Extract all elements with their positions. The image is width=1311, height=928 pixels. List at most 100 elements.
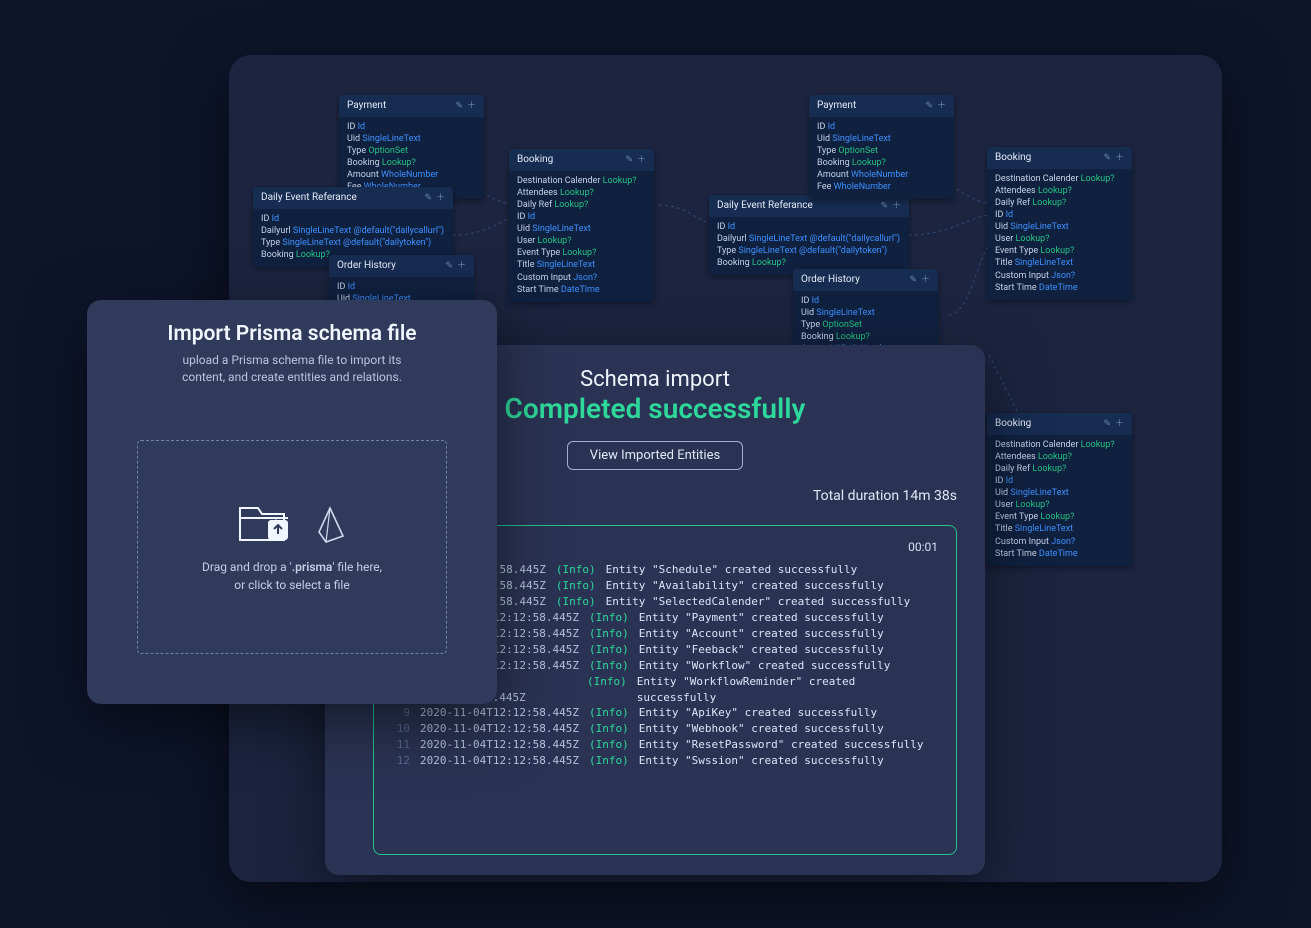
entity-field: Uid SingleLineText xyxy=(817,133,946,145)
entity-field: User Lookup? xyxy=(995,499,1124,511)
entity-title: Daily Event Referance xyxy=(261,191,357,205)
entity-card[interactable]: Daily Event Referance ✎ ＋ ID IdDailyurl Sin… xyxy=(709,195,909,275)
edit-icon[interactable]: ✎ xyxy=(925,100,933,112)
entity-field: Dailyurl SingleLineText @default("dailyc… xyxy=(717,233,901,245)
log-timer: 00:01 xyxy=(908,540,938,554)
log-row: 92020-11-04T12:12:58.445Z(Info)Entity "A… xyxy=(392,705,938,721)
log-row: 102020-11-04T12:12:58.445Z(Info)Entity "… xyxy=(392,721,938,737)
entity-field: ID Id xyxy=(337,281,466,293)
entity-field: Destination Calender Lookup? xyxy=(995,173,1124,185)
entity-field: Attendees Lookup? xyxy=(995,451,1124,463)
entity-field: ID Id xyxy=(517,211,646,223)
entity-field: Daily Ref Lookup? xyxy=(995,197,1124,209)
entity-field: Custom Input Json? xyxy=(995,270,1124,282)
entity-field: Destination Calender Lookup? xyxy=(995,439,1124,451)
entity-title: Booking xyxy=(995,151,1031,165)
edit-icon[interactable]: ✎ xyxy=(625,154,633,166)
entity-field: Uid SingleLineText xyxy=(347,133,476,145)
folder-upload-icon xyxy=(238,500,292,544)
entity-field: Booking Lookup? xyxy=(717,257,901,269)
entity-card[interactable]: Booking ✎ ＋ Destination Calender Lookup?Att… xyxy=(987,413,1132,566)
entity-field: Amount WholeNumber xyxy=(347,169,476,181)
plus-icon[interactable]: ＋ xyxy=(1115,152,1124,164)
entity-field: ID Id xyxy=(817,121,946,133)
plus-icon[interactable]: ＋ xyxy=(467,100,476,112)
entity-field: User Lookup? xyxy=(995,233,1124,245)
entity-field: ID Id xyxy=(347,121,476,133)
entity-field: Type SingleLineText @default("dailytoken… xyxy=(717,245,901,257)
entity-title: Booking xyxy=(517,153,553,167)
entity-card[interactable]: Booking ✎ ＋ Destination Calender Lookup?Att… xyxy=(987,147,1132,300)
entity-field: Daily Ref Lookup? xyxy=(995,463,1124,475)
entity-field: Booking Lookup? xyxy=(347,157,476,169)
entity-title: Order History xyxy=(801,273,860,287)
entity-field: Start Time DateTime xyxy=(995,548,1124,560)
plus-icon[interactable]: ＋ xyxy=(892,200,901,212)
entity-card[interactable]: Payment ✎ ＋ ID IdUid SingleLineTextType Opt… xyxy=(809,95,954,199)
edit-icon[interactable]: ✎ xyxy=(880,200,888,212)
entity-card[interactable]: Booking ✎ ＋ Destination Calender Lookup?Att… xyxy=(509,149,654,302)
entity-field: Uid SingleLineText xyxy=(995,221,1124,233)
entity-field: Booking Lookup? xyxy=(817,157,946,169)
entity-field: Type OptionSet xyxy=(817,145,946,157)
entity-field: Event Type Lookup? xyxy=(995,245,1124,257)
plus-icon[interactable]: ＋ xyxy=(921,274,930,286)
entity-field: Title SingleLineText xyxy=(995,523,1124,535)
entity-field: Start Time DateTime xyxy=(517,284,646,296)
entity-field: Event Type Lookup? xyxy=(517,247,646,259)
plus-icon[interactable]: ＋ xyxy=(937,100,946,112)
dropzone-text: Drag and drop a '.prisma' file here, or … xyxy=(202,558,382,594)
entity-title: Payment xyxy=(817,99,856,113)
import-title: Import Prisma schema file xyxy=(107,322,477,346)
entity-field: Uid SingleLineText xyxy=(995,487,1124,499)
entity-field: Attendees Lookup? xyxy=(995,185,1124,197)
entity-field: Type OptionSet xyxy=(801,319,930,331)
plus-icon[interactable]: ＋ xyxy=(457,260,466,272)
entity-card[interactable]: Payment ✎ ＋ ID IdUid SingleLineTextType Opt… xyxy=(339,95,484,199)
entity-field: Title SingleLineText xyxy=(995,257,1124,269)
entity-field: ID Id xyxy=(995,475,1124,487)
plus-icon[interactable]: ＋ xyxy=(1115,418,1124,430)
prisma-icon xyxy=(316,506,346,544)
entity-field: Type OptionSet xyxy=(347,145,476,157)
edit-icon[interactable]: ✎ xyxy=(909,274,917,286)
entity-field: Start Time DateTime xyxy=(995,282,1124,294)
entity-field: Custom Input Json? xyxy=(517,272,646,284)
entity-field: Destination Calender Lookup? xyxy=(517,175,646,187)
entity-field: Uid SingleLineText xyxy=(801,307,930,319)
entity-field: Amount WholeNumber xyxy=(817,169,946,181)
entity-field: Booking Lookup? xyxy=(801,331,930,343)
plus-icon[interactable]: ＋ xyxy=(637,154,646,166)
plus-icon[interactable]: ＋ xyxy=(436,192,445,204)
edit-icon[interactable]: ✎ xyxy=(424,192,432,204)
entity-field: User Lookup? xyxy=(517,235,646,247)
entity-title: Booking xyxy=(995,417,1031,431)
entity-field: Event Type Lookup? xyxy=(995,511,1124,523)
edit-icon[interactable]: ✎ xyxy=(1103,152,1111,164)
entity-field: Custom Input Json? xyxy=(995,536,1124,548)
entity-field: ID Id xyxy=(801,295,930,307)
import-subtitle: upload a Prisma schema file to import it… xyxy=(162,352,422,386)
entity-field: Dailyurl SingleLineText @default("dailyc… xyxy=(261,225,445,237)
edit-icon[interactable]: ✎ xyxy=(455,100,463,112)
entity-field: Attendees Lookup? xyxy=(517,187,646,199)
import-prisma-card: Import Prisma schema file upload a Prism… xyxy=(87,300,497,704)
edit-icon[interactable]: ✎ xyxy=(1103,418,1111,430)
log-row: 122020-11-04T12:12:58.445Z(Info)Entity "… xyxy=(392,753,938,769)
entity-title: Payment xyxy=(347,99,386,113)
entity-field: ID Id xyxy=(261,213,445,225)
duration-label: Total duration 14m 38s xyxy=(813,488,957,504)
entity-field: ID Id xyxy=(717,221,901,233)
file-dropzone[interactable]: Drag and drop a '.prisma' file here, or … xyxy=(137,440,447,654)
entity-title: Order History xyxy=(337,259,396,273)
entity-field: Title SingleLineText xyxy=(517,259,646,271)
log-row: 112020-11-04T12:12:58.445Z(Info)Entity "… xyxy=(392,737,938,753)
view-imported-entities-button[interactable]: View Imported Entities xyxy=(567,441,743,470)
entity-field: ID Id xyxy=(995,209,1124,221)
entity-field: Fee WholeNumber xyxy=(817,181,946,193)
entity-field: Daily Ref Lookup? xyxy=(517,199,646,211)
entity-title: Daily Event Referance xyxy=(717,199,813,213)
edit-icon[interactable]: ✎ xyxy=(445,260,453,272)
entity-field: Type SingleLineText @default("dailytoken… xyxy=(261,237,445,249)
entity-field: Uid SingleLineText xyxy=(517,223,646,235)
